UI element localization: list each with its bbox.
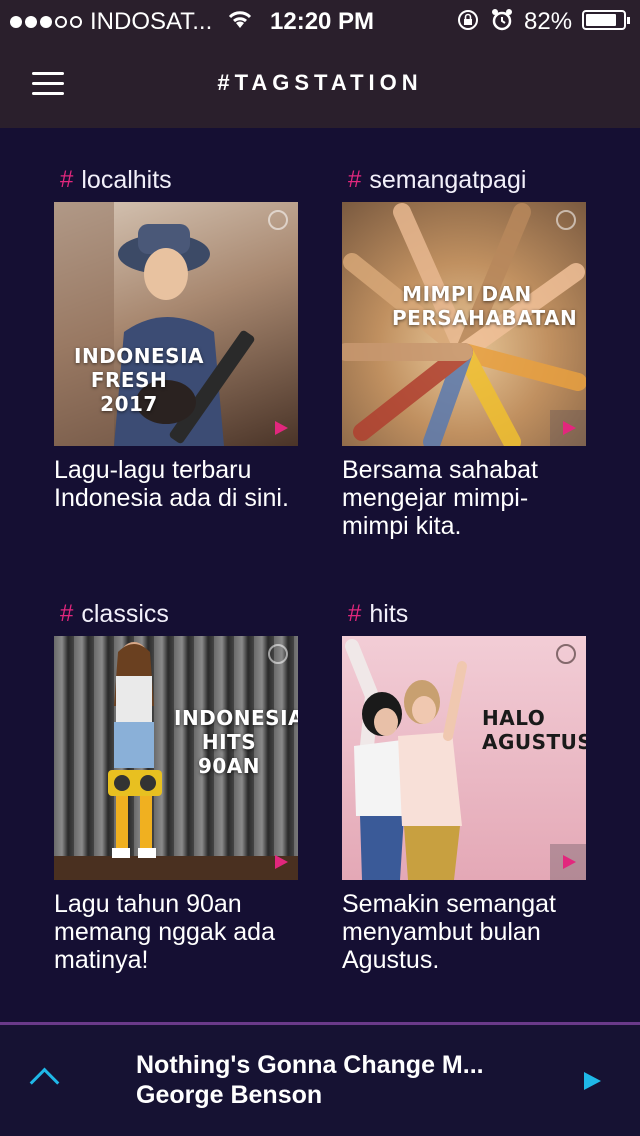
cover-title-line2: HITS 90AN [197, 730, 261, 778]
brand-logo-icon [268, 644, 288, 664]
brand-logo-icon [556, 210, 576, 230]
carrier-name: INDOSAT... [90, 8, 213, 35]
cover-title-line2: PERSAHABATAN [392, 306, 578, 330]
station-tag: # classics [54, 596, 298, 632]
cover-title-line2: AGUSTUS! [482, 730, 586, 754]
station-card-localhits[interactable]: # localhits INDONESIA FRESH 2017 Lagu-la… [54, 162, 298, 512]
brand-logo-icon [268, 210, 288, 230]
station-description: Bersama sahabat mengejar mimpi-mimpi kit… [342, 456, 538, 540]
station-tag-label: classics [81, 599, 169, 628]
status-bar: INDOSAT... 12:20 PM 82% [0, 0, 640, 40]
station-card-hits[interactable]: # hits HALO AGUSTUS! Semaki [342, 596, 586, 974]
app-header: #TAGSTATION [0, 40, 640, 128]
cover-title-line1: HALO [482, 706, 546, 730]
hashtag-icon: # [348, 166, 362, 193]
station-grid: # localhits INDONESIA FRESH 2017 Lagu-la… [0, 128, 640, 1022]
carrier: INDOSAT... [10, 8, 212, 36]
cover-title-line2: FRESH 2017 [90, 368, 168, 416]
play-icon[interactable] [550, 844, 586, 880]
battery-percent: 82% [524, 8, 573, 35]
cover-title-line1: INDONESIA [174, 706, 298, 730]
station-tag: # hits [342, 596, 586, 632]
rotation-lock-icon [458, 10, 478, 30]
station-card-semangatpagi[interactable]: # semangatpagi MIMPI DAN PERSAHABATAN Be… [342, 162, 586, 540]
clock: 12:20 PM [270, 8, 375, 35]
play-icon[interactable] [550, 410, 586, 446]
station-description: Lagu tahun 90an memang nggak ada matinya… [54, 890, 275, 974]
play-icon[interactable] [262, 410, 298, 446]
station-tag-label: localhits [81, 165, 172, 194]
station-tag: # localhits [54, 162, 298, 198]
station-cover-art[interactable]: MIMPI DAN PERSAHABATAN [342, 202, 586, 446]
page-title: #TAGSTATION [217, 70, 423, 95]
station-tag-label: semangatpagi [369, 165, 527, 194]
mini-player[interactable]: Nothing's Gonna Change M... George Benso… [0, 1025, 640, 1136]
station-description: Lagu-lagu terbaru Indonesia ada di sini. [54, 456, 289, 512]
station-description: Semakin semangat menyambut bulan Agustus… [342, 890, 557, 974]
station-cover-art[interactable]: INDONESIA FRESH 2017 [54, 202, 298, 446]
cover-title-line1: INDONESIA [74, 344, 205, 368]
battery-icon [582, 10, 630, 30]
chevron-up-icon[interactable] [29, 1067, 60, 1098]
now-playing-song: Nothing's Gonna Change M... [136, 1051, 484, 1079]
hashtag-icon: # [60, 166, 74, 193]
play-icon[interactable] [584, 1072, 601, 1090]
signal-strength-icon [10, 16, 82, 28]
alarm-icon [492, 9, 512, 31]
station-card-classics[interactable]: # classics INDONESIA HITS 90AN Lagu tahu… [54, 596, 298, 974]
now-playing-artist: George Benson [136, 1081, 323, 1109]
hashtag-icon: # [60, 600, 74, 627]
battery-fill [586, 14, 616, 26]
station-tag: # semangatpagi [342, 162, 586, 198]
station-tag-label: hits [369, 599, 409, 628]
brand-logo-icon [556, 644, 576, 664]
hashtag-icon: # [348, 600, 362, 627]
play-icon[interactable] [262, 844, 298, 880]
cover-title-line1: MIMPI DAN [402, 282, 532, 306]
wifi-icon [228, 11, 252, 28]
station-cover-art[interactable]: HALO AGUSTUS! [342, 636, 586, 880]
station-cover-art[interactable]: INDONESIA HITS 90AN [54, 636, 298, 880]
